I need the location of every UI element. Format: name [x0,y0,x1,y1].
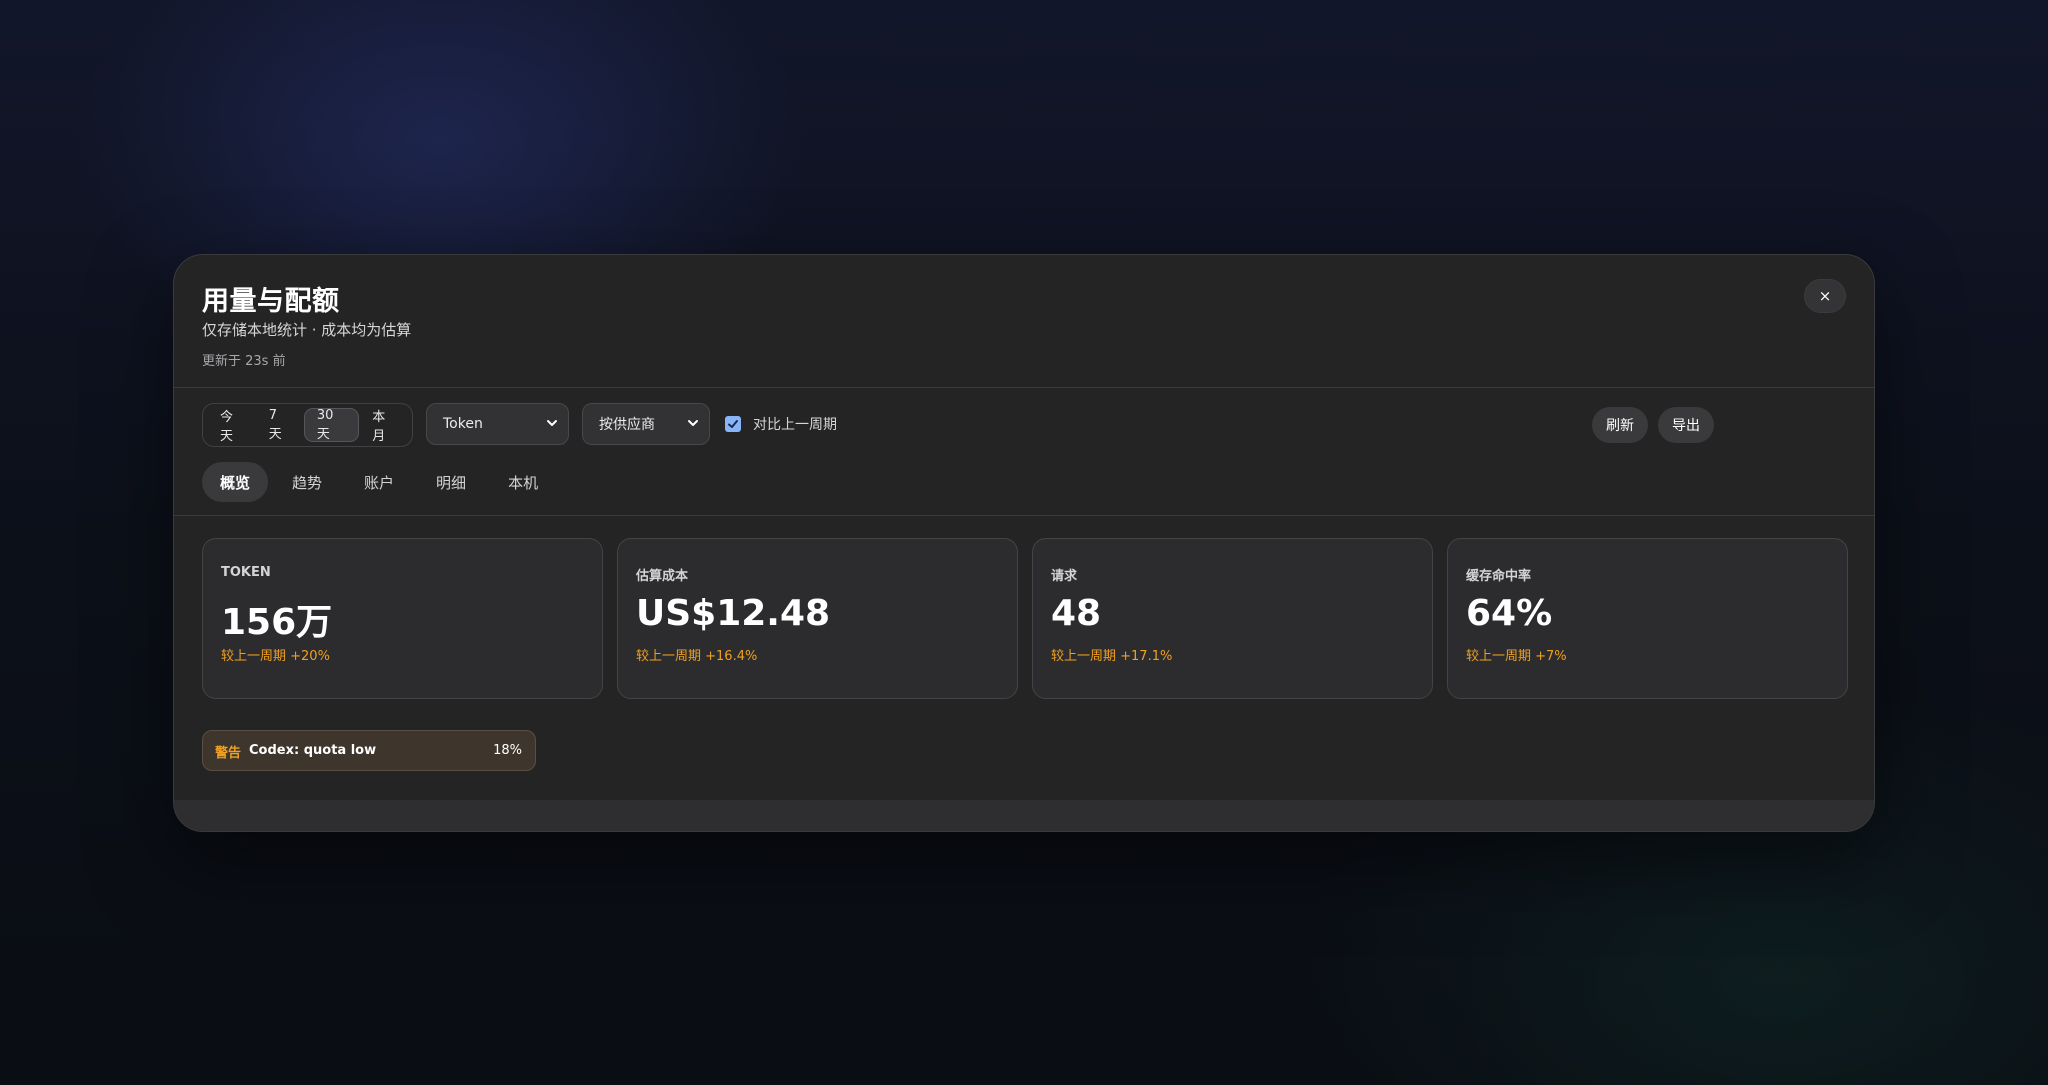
metric-select-value: Token [443,416,483,432]
range-month-button[interactable]: 本月 [359,408,408,444]
range-today-button[interactable]: 今天 [207,408,256,444]
tab-overview[interactable]: 概览 [202,462,269,502]
close-button[interactable]: × [1804,279,1846,313]
chevron-down-icon [688,420,698,426]
stat-card-label: 请求 [1051,569,1078,584]
last-updated-text: 更新于 23s 前 [202,354,286,369]
usage-quota-dialog: 用量与配额 仅存储本地统计 · 成本均为估算 更新于 23s 前 × 今天 7 … [173,254,1875,832]
export-button[interactable]: 导出 [1658,407,1714,443]
stat-card-requests: 请求 48 较上一周期 +17.1% [1032,538,1433,699]
group-by-select-value: 按供应商 [599,417,655,433]
view-tabs: 概览 趋势 账户 明细 本机 [202,462,562,502]
stat-card-value: 64% [1466,593,1553,634]
stat-card-cost: 估算成本 US$12.48 较上一周期 +16.4% [617,538,1018,699]
stat-card-value: US$12.48 [636,593,831,634]
stat-cards: TOKEN 156万 较上一周期 +20% 估算成本 US$12.48 较上一周… [202,538,1848,699]
refresh-button[interactable]: 刷新 [1592,407,1648,443]
stat-card-delta: 较上一周期 +17.1% [1051,649,1173,664]
stat-card-value: 48 [1051,593,1102,634]
stat-card-label: 估算成本 [636,569,689,584]
stat-card-label: TOKEN [221,565,271,580]
compare-previous-toggle[interactable]: 对比上一周期 [725,403,837,445]
quota-warning-alert[interactable]: 警告 Codex: quota low 18% [202,730,536,771]
stat-card-token: TOKEN 156万 较上一周期 +20% [202,538,603,699]
tab-details[interactable]: 明细 [418,462,484,502]
alert-percent: 18% [493,743,522,758]
stat-card-delta: 较上一周期 +16.4% [636,649,758,664]
dialog-subtitle: 仅存储本地统计 · 成本均为估算 [202,321,412,339]
stat-card-label: 缓存命中率 [1466,569,1532,584]
range-30d-button[interactable]: 30 天 [303,408,360,442]
tab-local[interactable]: 本机 [490,462,556,502]
section-divider [174,515,1874,516]
metric-select[interactable]: Token [426,403,569,445]
compare-label: 对比上一周期 [753,417,837,433]
compare-checkbox[interactable] [725,416,741,432]
stat-card-cache-hit: 缓存命中率 64% 较上一周期 +7% [1447,538,1848,699]
group-by-select[interactable]: 按供应商 [582,403,710,445]
warning-badge: 警告 [215,746,242,761]
stat-card-delta: 较上一周期 +7% [1466,649,1567,664]
range-7d-button[interactable]: 7 天 [256,408,304,442]
time-range-group: 今天 7 天 30 天 本月 [202,403,413,447]
dialog-header: 用量与配额 仅存储本地统计 · 成本均为估算 更新于 23s 前 × [174,255,1874,388]
tab-accounts[interactable]: 账户 [346,462,412,502]
toolbar: 今天 7 天 30 天 本月 Token 按供应商 对比上一周期 刷新 导出 [202,403,1848,447]
stat-card-value: 156万 [221,602,333,643]
stat-card-delta: 较上一周期 +20% [221,649,330,664]
dialog-footer [174,800,1874,831]
tab-trend[interactable]: 趋势 [274,462,340,502]
close-icon: × [1818,287,1832,305]
alert-message: Codex: quota low [249,743,377,758]
dialog-title: 用量与配额 [202,286,340,317]
chevron-down-icon [547,420,557,426]
check-icon [728,420,738,428]
